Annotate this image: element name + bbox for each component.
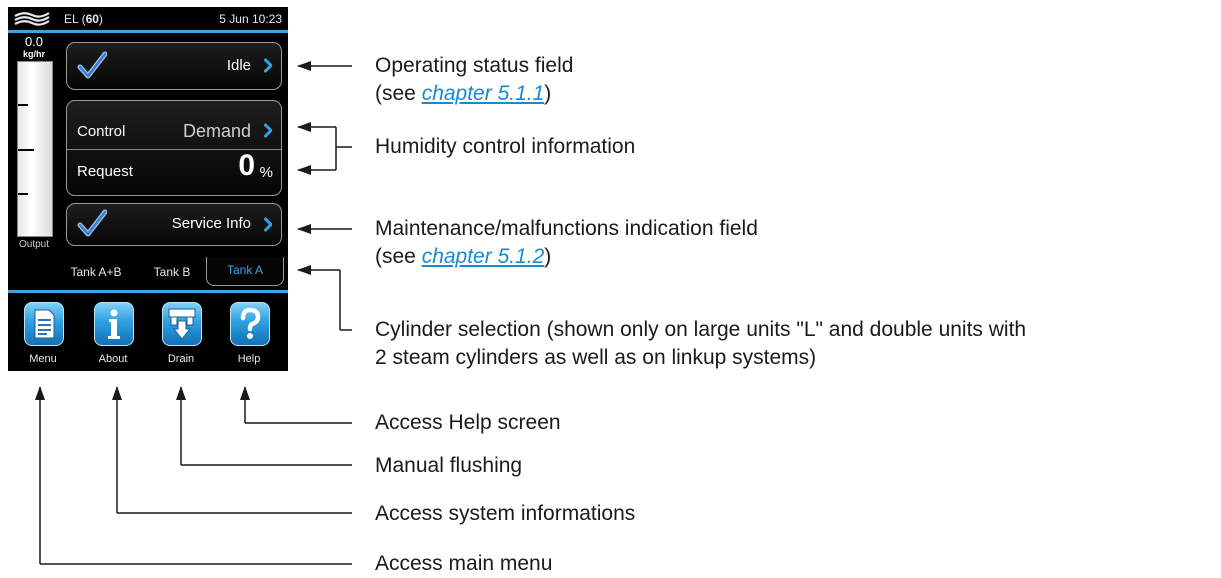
annotation-text: Cylinder selection (shown only on large … <box>375 318 1027 341</box>
annotation-humidity-control: Humidity control information <box>375 135 636 158</box>
chapter-link[interactable]: chapter 5.1.1 <box>422 82 545 105</box>
chapter-link[interactable]: chapter 5.1.2 <box>422 245 545 268</box>
annotation-text: (see chapter 5.1.2) <box>375 245 552 268</box>
annotation-text: Operating status field <box>375 54 574 77</box>
annotation-help: Access Help screen <box>375 411 561 434</box>
annotation-text: Maintenance/malfunctions indication fiel… <box>375 217 758 240</box>
annotation-text: 2 steam cylinders as well as on linkup s… <box>375 346 817 369</box>
annotation-drain: Manual flushing <box>375 454 523 477</box>
annotation-text: (see chapter 5.1.1) <box>375 82 552 105</box>
callout-lines <box>35 61 352 565</box>
annotation-operating-status: Operating status field (see chapter 5.1.… <box>375 52 573 108</box>
annotation-maintenance: Maintenance/malfunctions indication fiel… <box>375 215 758 271</box>
annotation-menu: Access main menu <box>375 552 553 575</box>
annotation-about: Access system informations <box>375 502 636 525</box>
annotation-cylinder-selection: Cylinder selection (shown only on large … <box>375 316 1026 372</box>
